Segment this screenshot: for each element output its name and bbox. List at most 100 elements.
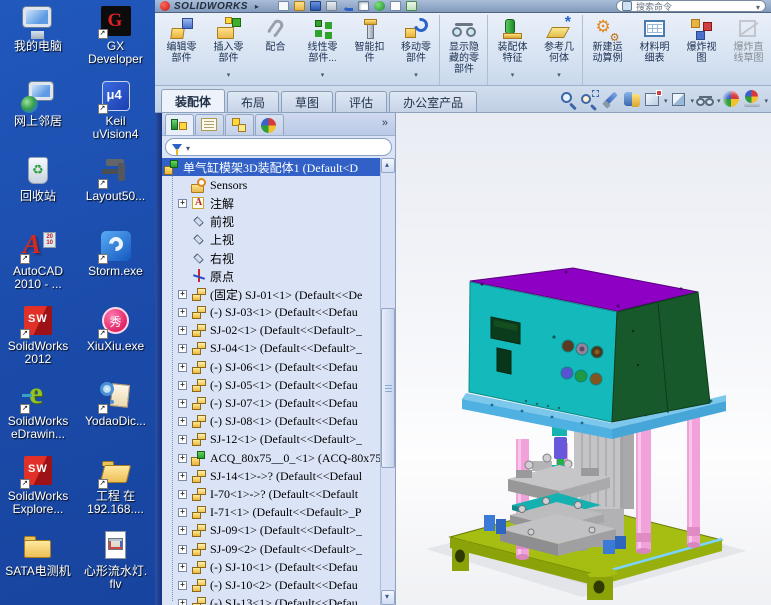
panel-tab[interactable]: [165, 114, 194, 135]
tree-item[interactable]: I-70<1>->? (Default<<Default: [162, 485, 380, 503]
expand-icon[interactable]: [178, 326, 187, 335]
desktop-icon[interactable]: 我的电脑: [0, 3, 76, 78]
ribbon-button[interactable]: 显示隐 藏的零 部件: [441, 15, 488, 85]
ribbon-button[interactable]: 编辑零 部件: [158, 15, 205, 85]
expand-icon[interactable]: [178, 344, 187, 353]
expand-icon[interactable]: [178, 545, 187, 554]
command-tab[interactable]: 装配体: [161, 89, 225, 112]
tree-item[interactable]: SJ-09<1> (Default<<Default>_: [162, 522, 380, 540]
desktop-icon[interactable]: 心形流水灯. flv: [76, 528, 155, 603]
scroll-up-button[interactable]: [381, 158, 395, 173]
desktop-icon[interactable]: AutoCAD 2010 - ...: [0, 228, 76, 303]
desktop-icon[interactable]: XiuXiu.exe: [76, 303, 155, 378]
tree-item[interactable]: ACQ_80x75__0_<1> (ACQ-80x75-: [162, 449, 380, 467]
ribbon-button[interactable]: 配合: [252, 15, 299, 85]
desktop-icon[interactable]: SATA电测机: [0, 528, 76, 603]
dropdown-arrow-icon[interactable]: [557, 64, 561, 82]
tree-item[interactable]: SJ-02<1> (Default<<Default>_: [162, 322, 380, 340]
expand-icon[interactable]: [178, 363, 187, 372]
expand-icon[interactable]: [178, 599, 187, 605]
tree-item[interactable]: I-71<1> (Default<<Default>_P: [162, 504, 380, 522]
tree-scrollbar[interactable]: [380, 158, 395, 605]
dropdown-arrow-icon[interactable]: [321, 64, 325, 82]
desktop-icon[interactable]: Storm.exe: [76, 228, 155, 303]
tree-item[interactable]: Sensors: [162, 176, 380, 194]
filter-dropdown-arrow-icon[interactable]: [186, 138, 190, 156]
ribbon-button[interactable]: 参考几 何体: [536, 15, 583, 85]
titlebar-icon[interactable]: [294, 1, 305, 11]
titlebar-icon[interactable]: [390, 1, 401, 11]
titlebar-icon[interactable]: [310, 1, 321, 11]
expand-icon[interactable]: [178, 290, 187, 299]
expand-icon[interactable]: [178, 526, 187, 535]
expand-icon[interactable]: [178, 308, 187, 317]
tree-item[interactable]: SJ-12<1> (Default<<Default>_: [162, 431, 380, 449]
desktop-icon[interactable]: Layout50...: [76, 153, 155, 228]
tree-item[interactable]: (-) SJ-06<1> (Default<<Defau: [162, 358, 380, 376]
scroll-thumb[interactable]: [381, 308, 395, 468]
desktop-icon[interactable]: 网上邻居: [0, 78, 76, 153]
expand-icon[interactable]: [178, 417, 187, 426]
model-control-box[interactable]: [469, 268, 710, 422]
3d-model[interactable]: [396, 113, 771, 605]
tree-item[interactable]: 上视: [162, 231, 380, 249]
tree-item[interactable]: (-) SJ-07<1> (Default<<Defau: [162, 394, 380, 412]
tree-item[interactable]: 前视: [162, 213, 380, 231]
desktop-icon[interactable]: SolidWorks Explore...: [0, 453, 76, 528]
filter-bar[interactable]: [165, 138, 392, 156]
tree-item[interactable]: (-) SJ-13<1> (Default<<Defau: [162, 595, 380, 605]
tree-item[interactable]: (-) SJ-03<1> (Default<<Defau: [162, 304, 380, 322]
ribbon-button[interactable]: 线性零 部件...: [299, 15, 346, 85]
tree-item[interactable]: (-) SJ-08<1> (Default<<Defau: [162, 413, 380, 431]
tree-item[interactable]: (-) SJ-10<1> (Default<<Defau: [162, 558, 380, 576]
titlebar-icon[interactable]: [406, 1, 417, 11]
expand-icon[interactable]: [178, 199, 187, 208]
expand-icon[interactable]: [178, 508, 187, 517]
view-tool-button[interactable]: [600, 89, 621, 110]
ribbon-button[interactable]: 材料明 细表: [631, 15, 678, 85]
tree-item[interactable]: 原点: [162, 267, 380, 285]
desktop-icon[interactable]: Keil uVision4: [76, 78, 155, 153]
ribbon-button[interactable]: 爆炸视 图: [678, 15, 725, 85]
ribbon-button[interactable]: 插入零 部件: [205, 15, 252, 85]
expand-icon[interactable]: [178, 490, 187, 499]
desktop-icon[interactable]: YodaoDic...: [76, 378, 155, 453]
tree-item[interactable]: SJ-14<1>->? (Default<<Defaul: [162, 467, 380, 485]
search-dropdown-arrow-icon[interactable]: [756, 0, 760, 13]
ribbon-button[interactable]: 爆炸直 线草图: [725, 15, 771, 85]
view-tool-button[interactable]: [579, 89, 600, 110]
expand-icon[interactable]: [178, 399, 187, 408]
scroll-down-button[interactable]: [381, 590, 395, 605]
titlebar-icon[interactable]: [358, 1, 369, 11]
titlebar-icon[interactable]: [374, 1, 385, 11]
expand-icon[interactable]: [178, 381, 187, 390]
tree-item[interactable]: 单气缸模架3D装配体1 (Default<D: [162, 158, 380, 176]
titlebar-icon[interactable]: [326, 1, 337, 11]
tree-item[interactable]: SJ-04<1> (Default<<Default>_: [162, 340, 380, 358]
panel-tab[interactable]: [195, 114, 224, 135]
command-tab[interactable]: 草图: [281, 91, 333, 112]
command-tab[interactable]: 评估: [335, 91, 387, 112]
dropdown-arrow-icon[interactable]: [511, 64, 515, 82]
panel-tab[interactable]: [255, 114, 284, 135]
tree-item[interactable]: 右视: [162, 249, 380, 267]
expand-icon[interactable]: [178, 563, 187, 572]
command-tab[interactable]: 布局: [227, 91, 279, 112]
dropdown-arrow-icon[interactable]: [227, 64, 231, 82]
view-tool-button[interactable]: [668, 89, 695, 110]
view-tool-button[interactable]: [558, 89, 579, 110]
ribbon-button[interactable]: 智能扣 件: [346, 15, 393, 85]
view-tool-button[interactable]: [621, 89, 642, 110]
command-search[interactable]: 搜索命令: [616, 0, 766, 12]
ribbon-button[interactable]: 新建运 动算例: [584, 15, 631, 85]
command-tab[interactable]: 办公室产品: [389, 91, 477, 112]
titlebar-flyout-arrow-icon[interactable]: ▸: [252, 2, 262, 11]
view-tool-button[interactable]: [642, 89, 669, 110]
view-tool-button[interactable]: [721, 89, 742, 110]
desktop-icon[interactable]: 回收站: [0, 153, 76, 228]
tree-item[interactable]: 注解: [162, 194, 380, 212]
panel-overflow-button[interactable]: »: [378, 117, 392, 133]
ribbon-button[interactable]: 装配体 特征: [489, 15, 536, 85]
titlebar-icon[interactable]: [342, 1, 353, 11]
expand-icon[interactable]: [178, 581, 187, 590]
